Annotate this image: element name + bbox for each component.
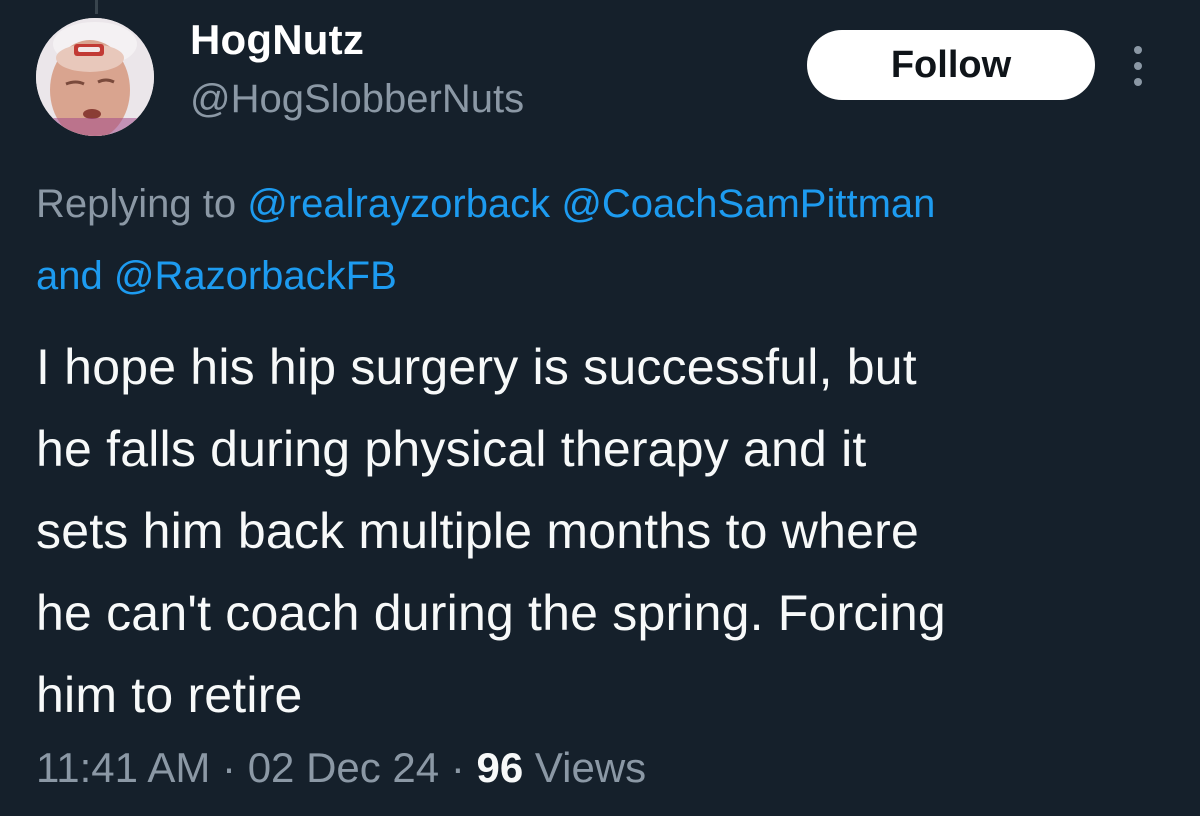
thread-connector-line (95, 0, 98, 14)
more-vertical-icon[interactable] (1124, 44, 1152, 88)
tweet-text-line: he can't coach during the spring. Forcin… (36, 585, 946, 641)
author-display-name[interactable]: HogNutz (190, 16, 364, 64)
replying-to-label: Replying to (36, 182, 237, 226)
tweet-text-line: him to retire (36, 667, 303, 723)
reply-context-line-1: Replying to @realrayzorback @CoachSamPit… (36, 168, 1200, 240)
author-handle[interactable]: @HogSlobberNuts (190, 76, 524, 122)
mention-link[interactable]: @RazorbackFB (114, 254, 397, 298)
avatar[interactable] (36, 18, 154, 136)
mention-link[interactable]: @realrayzorback (247, 182, 550, 226)
reply-context-line-2: and @RazorbackFB (36, 240, 1200, 312)
tweet-date[interactable]: 02 Dec 24 (248, 744, 439, 791)
follow-button[interactable]: Follow (807, 30, 1095, 100)
views-label: Views (534, 744, 647, 791)
tweet-text-line: he falls during physical therapy and it (36, 421, 867, 477)
views-count: 96 (476, 744, 524, 791)
meta-separator: · (450, 744, 465, 791)
tweet-text-line: sets him back multiple months to where (36, 503, 919, 559)
tweet-metadata: 11:41 AM · 02 Dec 24 · 96 Views (36, 738, 646, 798)
reply-conjunction[interactable]: and (36, 254, 103, 298)
meta-separator: · (222, 744, 237, 791)
views-link[interactable]: 96 Views (477, 744, 647, 791)
mention-link[interactable]: @CoachSamPittman (561, 182, 935, 226)
reply-context: Replying to @realrayzorback @CoachSamPit… (36, 168, 1200, 312)
tweet-text-line: I hope his hip surgery is successful, bu… (36, 339, 917, 395)
tweet-text: I hope his hip surgery is successful, bu… (36, 326, 1186, 736)
profile-photo-icon (36, 18, 154, 136)
tweet-time[interactable]: 11:41 AM (36, 744, 210, 791)
